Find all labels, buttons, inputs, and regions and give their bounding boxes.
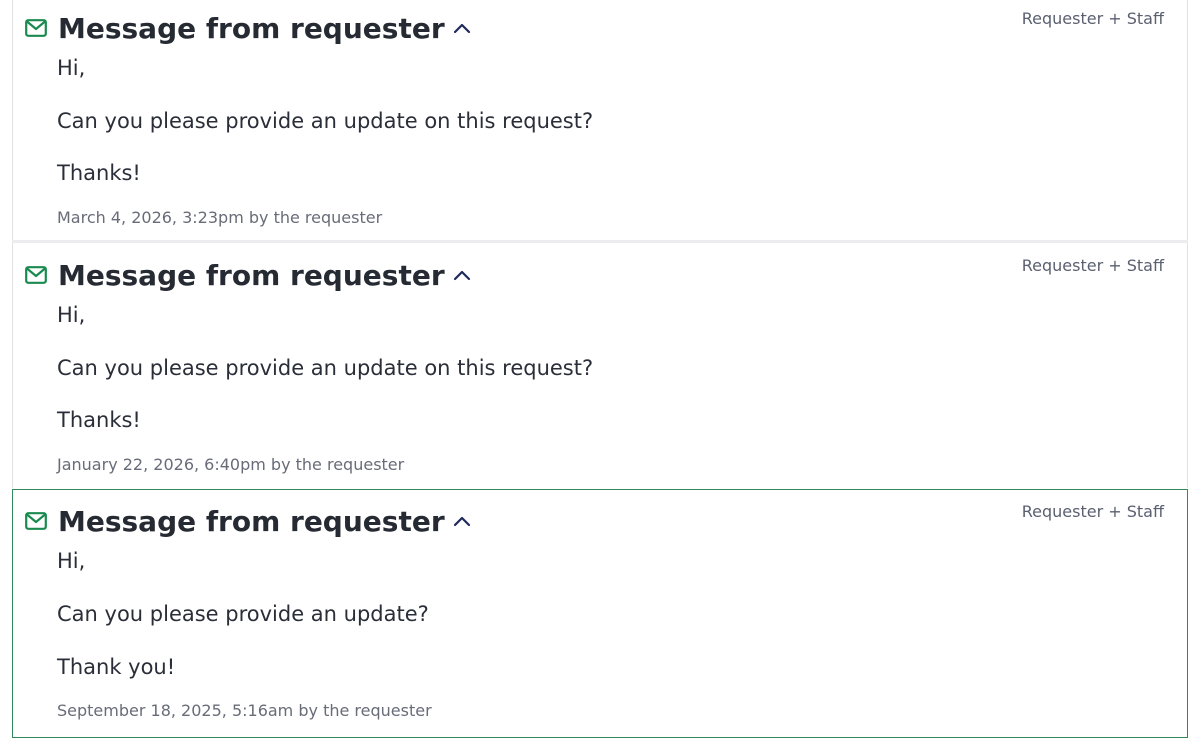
message-body-line: Can you please provide an update on this…	[57, 356, 594, 380]
mail-icon	[25, 512, 47, 530]
message-card: Message from requester Requester + Staff…	[12, 0, 1188, 240]
visibility-label: Requester + Staff	[1021, 256, 1164, 275]
message-header[interactable]: Message from requester	[25, 8, 471, 48]
message-body-line: Thanks!	[57, 408, 141, 432]
message-body-line: Hi,	[57, 303, 86, 327]
message-title: Message from requester	[58, 11, 445, 45]
message-card-highlighted: Message from requester Requester + Staff…	[12, 489, 1188, 738]
message-body-line: Thank you!	[57, 655, 176, 679]
message-title: Message from requester	[58, 504, 445, 538]
message-title: Message from requester	[58, 258, 445, 292]
message-body-line: Hi,	[57, 549, 86, 573]
mail-icon	[25, 266, 47, 284]
visibility-label: Requester + Staff	[1021, 502, 1164, 521]
message-card: Message from requester Requester + Staff…	[12, 243, 1188, 488]
message-timeline: Message from requester Requester + Staff…	[0, 0, 1200, 738]
message-header[interactable]: Message from requester	[25, 255, 471, 295]
chevron-up-icon[interactable]	[453, 269, 471, 281]
mail-icon	[25, 19, 47, 37]
message-timestamp: January 22, 2026, 6:40pm by the requeste…	[57, 455, 405, 474]
chevron-up-icon[interactable]	[453, 22, 471, 34]
message-body-line: Can you please provide an update on this…	[57, 109, 594, 133]
visibility-label: Requester + Staff	[1021, 9, 1164, 28]
message-body-line: Can you please provide an update?	[57, 602, 429, 626]
message-body-line: Thanks!	[57, 161, 141, 185]
message-body-line: Hi,	[57, 56, 86, 80]
message-header[interactable]: Message from requester	[25, 501, 471, 541]
chevron-up-icon[interactable]	[453, 515, 471, 527]
message-timestamp: March 4, 2026, 3:23pm by the requester	[57, 208, 383, 227]
message-timestamp: September 18, 2025, 5:16am by the reques…	[57, 701, 432, 720]
